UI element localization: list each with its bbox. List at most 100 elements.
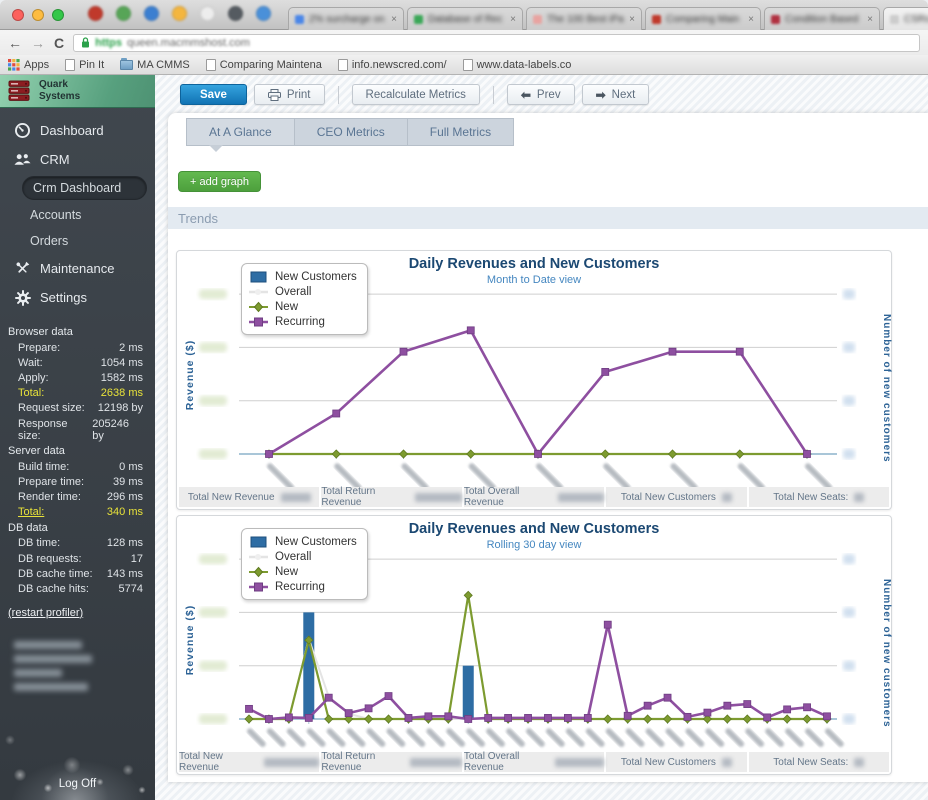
pinned-tab-favicon[interactable] bbox=[256, 6, 271, 21]
chart-legend: New Customers Overall New Recurring bbox=[241, 528, 368, 600]
sidebar-item-maintenance[interactable]: Maintenance bbox=[0, 254, 155, 283]
bookmark-label: MA CMMS bbox=[137, 58, 190, 71]
pinned-tab-favicon[interactable] bbox=[144, 6, 159, 21]
log-off-link[interactable]: Log Off bbox=[0, 778, 155, 790]
legend-label: Recurring bbox=[275, 315, 325, 328]
sidebar-item-settings[interactable]: Settings bbox=[0, 283, 155, 312]
legend-item-overall[interactable]: Overall bbox=[249, 284, 357, 299]
pinned-tab-favicon[interactable] bbox=[88, 6, 103, 21]
bookmark-item[interactable]: www.data-labels.co bbox=[462, 58, 571, 71]
app-frame: Quark Systems Dashboard CRM Crm Dashboard A… bbox=[0, 75, 928, 800]
legend-item-recurring[interactable]: Recurring bbox=[249, 579, 357, 594]
bookmarks-bar: Apps Pin It MA CMMS Comparing Maintena info.… bbox=[0, 55, 928, 75]
browser-tab[interactable]: 2% surcharge on × bbox=[288, 7, 404, 30]
restart-profiler-link[interactable]: (restart profiler) bbox=[8, 607, 155, 619]
bookmark-item[interactable]: Pin It bbox=[65, 58, 104, 71]
zoom-window-button[interactable] bbox=[52, 9, 64, 21]
profiler-label: Prepare time: bbox=[18, 475, 85, 488]
print-button[interactable]: Print bbox=[253, 84, 325, 105]
save-button[interactable]: Save bbox=[180, 84, 247, 105]
total-stat-label: Total New Customers bbox=[620, 491, 716, 503]
pinned-tab-favicon[interactable] bbox=[200, 6, 215, 21]
total-stat-cell: Total New Seats: bbox=[748, 752, 890, 772]
tab-close-icon[interactable]: × bbox=[748, 14, 754, 25]
legend-item-new-customers[interactable]: New Customers bbox=[249, 269, 357, 284]
profiler-label: DB requests: bbox=[18, 552, 82, 565]
tab-favicon-icon bbox=[771, 14, 780, 24]
profiler-section-header: Server data bbox=[8, 445, 65, 458]
tab-close-icon[interactable]: × bbox=[391, 14, 397, 25]
legend-label: New bbox=[275, 300, 299, 313]
total-stat-cell: Total New Revenue bbox=[179, 751, 320, 773]
total-stat-cell: Total Return Revenue bbox=[321, 486, 462, 508]
sidebar-item-label: Maintenance bbox=[40, 261, 115, 276]
toolbar-separator bbox=[337, 85, 339, 104]
legend-label: New Customers bbox=[275, 535, 357, 548]
profiler-row: DB cache time: 143 ms bbox=[0, 566, 155, 581]
minimize-window-button[interactable] bbox=[32, 9, 44, 21]
profiler-value: 2 ms bbox=[119, 341, 143, 354]
total-stat-label: Total New Revenue bbox=[179, 751, 223, 773]
browser-tab[interactable]: Database of Rec × bbox=[407, 7, 523, 30]
legend-item-new[interactable]: New bbox=[249, 564, 357, 579]
tab-close-icon[interactable]: × bbox=[629, 14, 635, 25]
redacted-value bbox=[410, 757, 462, 767]
sidebar-menu: Dashboard CRM Crm Dashboard Accounts Orders M… bbox=[0, 108, 155, 312]
total-stat-cell: Total Return Revenue bbox=[321, 751, 462, 773]
sidebar-item-label: CRM bbox=[40, 152, 70, 167]
sidebar-item-crm[interactable]: CRM bbox=[0, 145, 155, 174]
sidebar-item-dashboard[interactable]: Dashboard bbox=[0, 116, 155, 145]
legend-item-new-customers[interactable]: New Customers bbox=[249, 534, 357, 549]
recalculate-metrics-button[interactable]: Recalculate Metrics bbox=[351, 84, 480, 105]
legend-label: Overall bbox=[275, 550, 312, 563]
tab-close-icon[interactable]: × bbox=[867, 14, 873, 25]
profiler-value: 1054 ms bbox=[100, 356, 143, 369]
bookmark-item[interactable]: info.newscred.com/ bbox=[337, 58, 447, 71]
pinned-tab-favicon[interactable] bbox=[172, 6, 187, 21]
sidebar-item-crm-dashboard[interactable]: Crm Dashboard bbox=[22, 176, 147, 200]
bookmark-label: Comparing Maintena bbox=[219, 58, 322, 71]
add-graph-button[interactable]: + add graph bbox=[178, 171, 262, 192]
trends-title: Trends bbox=[178, 210, 218, 226]
close-window-button[interactable] bbox=[12, 9, 24, 21]
tab-ceo-metrics[interactable]: CEO Metrics bbox=[293, 118, 407, 146]
tab-close-icon[interactable]: × bbox=[510, 14, 516, 25]
dashboard-card: At A Glance CEO Metrics Full Metrics + add… bbox=[168, 113, 928, 782]
browser-tab[interactable]: CSRs T× bbox=[883, 7, 928, 30]
gauge-icon bbox=[14, 122, 31, 139]
browser-tab[interactable]: Condition Based × bbox=[764, 7, 880, 30]
legend-item-recurring[interactable]: Recurring bbox=[249, 314, 357, 329]
brand-header[interactable]: Quark Systems bbox=[0, 75, 155, 108]
address-bar[interactable]: https queen.macmmshost.com bbox=[73, 33, 920, 52]
bookmark-item[interactable]: MA CMMS bbox=[120, 57, 190, 71]
tab-at-a-glance[interactable]: At A Glance bbox=[186, 118, 294, 152]
bookmark-item[interactable]: Comparing Maintena bbox=[205, 58, 322, 71]
profiler-value: 205246 by bbox=[92, 417, 129, 442]
legend-item-new[interactable]: New bbox=[249, 299, 357, 314]
browser-tab[interactable]: Comparing Main × bbox=[645, 7, 761, 30]
reload-icon[interactable]: C bbox=[54, 36, 64, 50]
pinned-tab-favicon[interactable] bbox=[116, 6, 131, 21]
back-icon[interactable]: ← bbox=[8, 36, 22, 50]
tab-full-metrics[interactable]: Full Metrics bbox=[406, 118, 515, 146]
profiler-row: Render time: 296 ms bbox=[0, 490, 155, 505]
pinned-tab-favicon[interactable] bbox=[228, 6, 243, 21]
bookmark-item[interactable]: Apps bbox=[8, 58, 49, 71]
sidebar-item-accounts[interactable]: Accounts bbox=[0, 202, 155, 228]
tools-icon bbox=[14, 260, 31, 277]
prev-button[interactable]: ⬅ Prev bbox=[506, 84, 575, 105]
tab-favicon-icon bbox=[414, 14, 423, 24]
next-button[interactable]: ➡ Next bbox=[581, 84, 650, 105]
total-stat-cell: Total New Customers bbox=[606, 487, 747, 507]
print-label: Print bbox=[286, 88, 311, 101]
toolbar-separator bbox=[492, 85, 494, 104]
profiler-label: DB cache time: bbox=[18, 567, 93, 580]
content-area: Save Print Recalculate Metrics ⬅ Prev ➡ … bbox=[155, 75, 928, 800]
redacted-value bbox=[721, 757, 732, 767]
sidebar-item-orders[interactable]: Orders bbox=[0, 228, 155, 254]
browser-tab[interactable]: The 100 Best iPa × bbox=[526, 7, 642, 30]
chart-totals-bar: Total New Revenue Total Return Revenue Tot… bbox=[179, 751, 890, 773]
right-arrow-icon: ➡ bbox=[595, 87, 606, 102]
legend-item-overall[interactable]: Overall bbox=[249, 549, 357, 564]
forward-icon[interactable]: → bbox=[31, 36, 45, 50]
